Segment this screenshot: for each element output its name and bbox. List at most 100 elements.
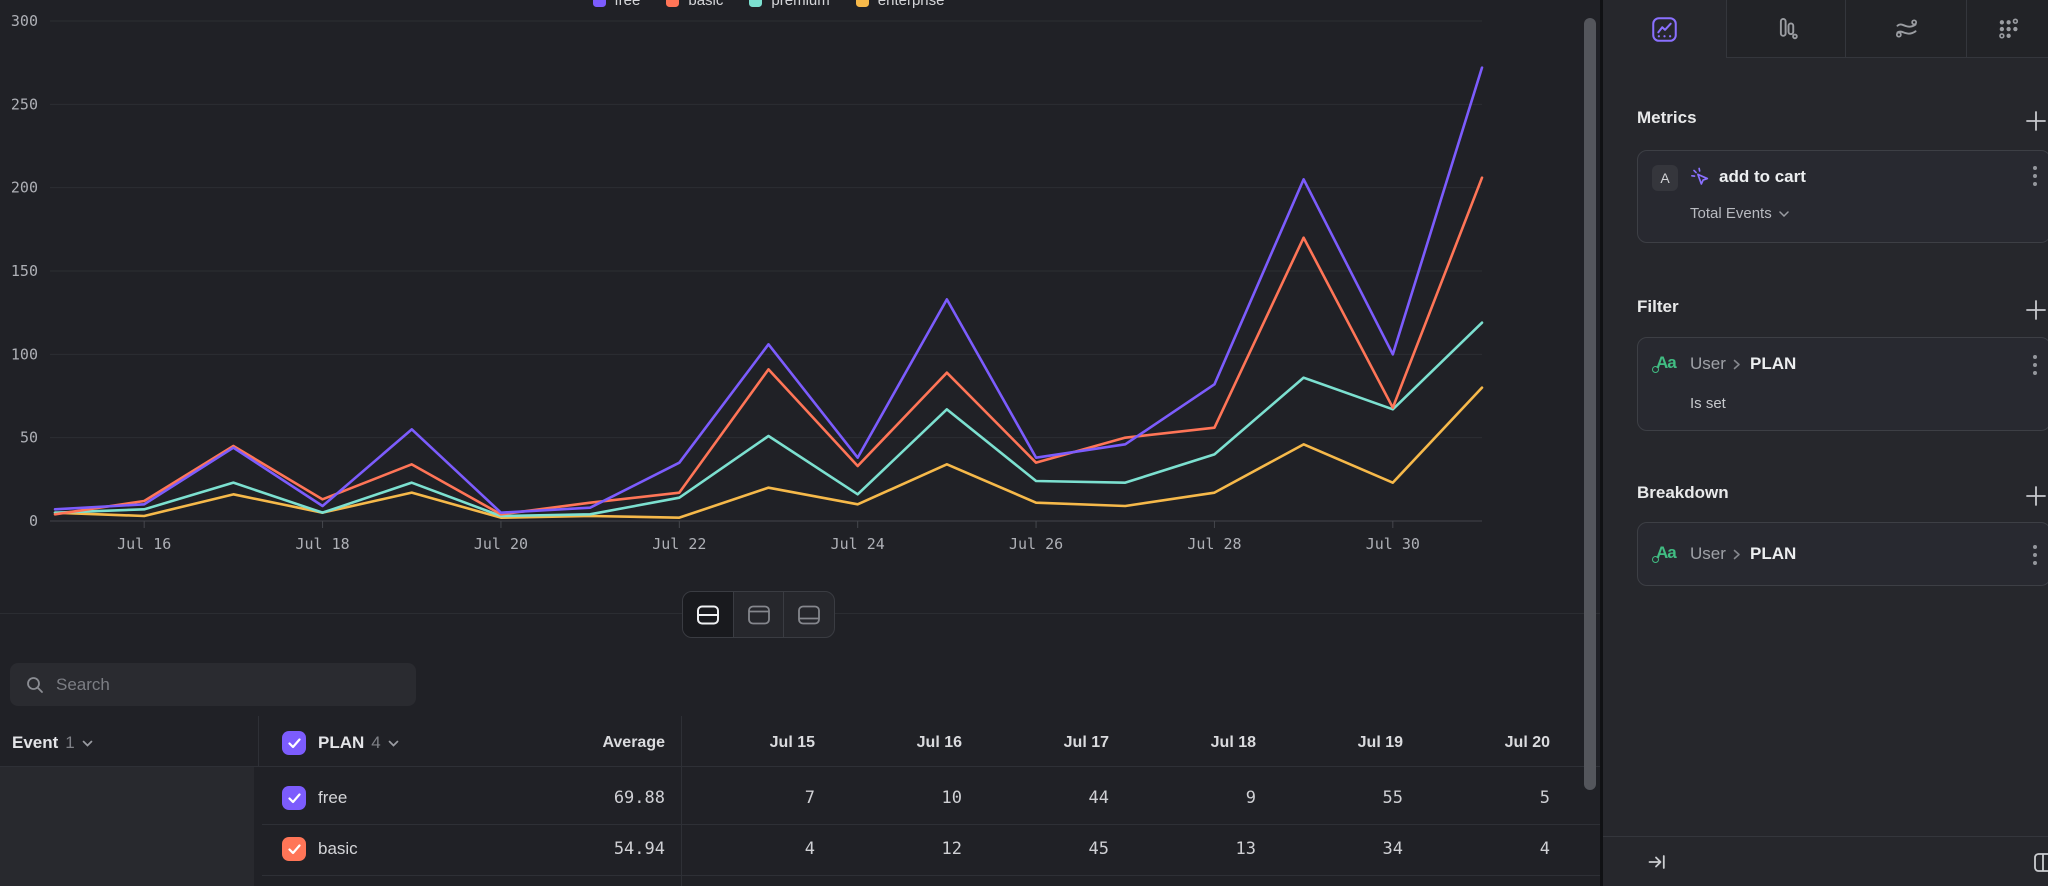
plan-column-header[interactable]: PLAN 4: [318, 720, 399, 766]
bottom-band-icon: [797, 605, 821, 625]
search-placeholder: Search: [56, 675, 110, 695]
table-header-row: Event 1 PLAN 4 Average Jul 15 Jul 16 Jul 1…: [0, 720, 1600, 766]
legend-swatch: [856, 0, 869, 7]
top-band-icon: [747, 605, 771, 625]
x-axis-label: Jul 16: [117, 535, 171, 553]
chart-legend: free basic premium enterprise: [55, 0, 1482, 10]
filter-scope: User: [1690, 354, 1726, 374]
panel-layout-icon[interactable]: [2034, 853, 2048, 873]
main-scrollbar[interactable]: [1584, 18, 1596, 790]
row-checkbox-basic[interactable]: [282, 837, 306, 861]
y-axis-label: 50: [20, 429, 38, 447]
row-label: free: [318, 788, 347, 808]
y-axis-label: 200: [11, 179, 38, 197]
legend-item-free[interactable]: free: [593, 0, 641, 9]
x-axis-label: Jul 28: [1187, 535, 1241, 553]
x-axis-label: Jul 24: [831, 535, 885, 553]
row-average: 69.88: [545, 788, 665, 808]
legend-item-basic[interactable]: basic: [666, 0, 723, 9]
x-axis-label: Jul 20: [474, 535, 528, 553]
row-value: 45: [989, 839, 1109, 859]
layout-split-button[interactable]: [683, 592, 734, 637]
legend-swatch: [666, 0, 679, 7]
row-value: 10: [842, 788, 962, 808]
tab-insights-line[interactable]: [1603, 0, 1727, 58]
legend-swatch: [593, 0, 606, 7]
row-separator: [262, 875, 1600, 876]
dots-grid-icon: [1994, 15, 2021, 42]
series-line-free[interactable]: [55, 68, 1482, 513]
metric-event-name[interactable]: add to cart: [1719, 167, 1806, 187]
date-column-header[interactable]: Jul 16: [842, 720, 962, 766]
y-axis-label: 250: [11, 95, 38, 113]
legend-item-enterprise[interactable]: enterprise: [856, 0, 945, 9]
metric-options-button[interactable]: [2033, 166, 2037, 186]
tab-more-visualizations[interactable]: [1967, 0, 2048, 58]
breakdown-property[interactable]: PLAN: [1750, 544, 1796, 564]
search-input[interactable]: Search: [10, 663, 416, 706]
layout-toggle: [682, 591, 835, 638]
search-icon: [26, 676, 44, 694]
filter-operator[interactable]: Is set: [1690, 395, 1726, 412]
filter-property[interactable]: PLAN: [1750, 354, 1796, 374]
bar-chart-icon: [1773, 15, 1800, 42]
row-value: 13: [1136, 839, 1256, 859]
row-value: 4: [1430, 839, 1550, 859]
chevron-down-icon: [1779, 211, 1789, 217]
tab-bar-chart[interactable]: [1727, 0, 1846, 58]
query-builder-sidebar: Metrics A add to cart Total Events Filte…: [1603, 0, 2048, 886]
x-axis-label: Jul 22: [652, 535, 706, 553]
insights-report-app: 050100150200250300Jul 16Jul 18Jul 20Jul …: [0, 0, 2048, 886]
layout-table-focus-button[interactable]: [784, 592, 834, 637]
add-breakdown-button[interactable]: [2024, 484, 2048, 508]
breakdown-scope: User: [1690, 544, 1726, 564]
y-axis-label: 300: [11, 12, 38, 30]
metric-card[interactable]: A add to cart Total Events: [1637, 150, 2048, 243]
add-filter-button[interactable]: [2024, 298, 2048, 322]
event-column-header[interactable]: Event 1: [12, 720, 93, 766]
y-axis-label: 100: [11, 345, 38, 363]
event-group-cell: add to cart [Total]: [0, 767, 254, 886]
plan-select-all-checkbox[interactable]: [282, 731, 306, 755]
filter-options-button[interactable]: [2033, 355, 2037, 375]
average-column-header[interactable]: Average: [545, 720, 665, 766]
row-label: basic: [318, 839, 358, 859]
add-metric-button[interactable]: [2024, 109, 2048, 133]
layout-chart-focus-button[interactable]: [734, 592, 785, 637]
date-column-header[interactable]: Jul 18: [1136, 720, 1256, 766]
legend-label: enterprise: [878, 0, 945, 9]
date-column-header[interactable]: Jul 15: [695, 720, 815, 766]
metric-aggregation[interactable]: Total Events: [1690, 205, 1789, 222]
date-column-header[interactable]: Jul 19: [1283, 720, 1403, 766]
date-column-header[interactable]: Jul 20: [1430, 720, 1550, 766]
split-view-icon: [696, 605, 720, 625]
row-value: 9: [1136, 788, 1256, 808]
x-axis-label: Jul 26: [1009, 535, 1063, 553]
chevron-right-icon: [1733, 549, 1741, 560]
breakdown-card[interactable]: Aa User PLAN: [1637, 522, 2048, 586]
date-column-header[interactable]: Jul 17: [989, 720, 1109, 766]
visualization-tabs: [1603, 0, 2048, 59]
chevron-down-icon: [82, 740, 93, 747]
plan-count: 4: [371, 733, 380, 753]
breakdown-section-title: Breakdown: [1637, 483, 1729, 503]
row-value: 12: [842, 839, 962, 859]
filter-card[interactable]: Aa User PLAN Is set: [1637, 337, 2048, 431]
row-value: 44: [989, 788, 1109, 808]
row-value: 55: [1283, 788, 1403, 808]
collapse-panel-icon[interactable]: [1647, 852, 1667, 872]
tab-flow[interactable]: [1846, 0, 1967, 58]
breakdown-options-button[interactable]: [2033, 545, 2037, 565]
row-value: 7: [695, 788, 815, 808]
legend-label: free: [615, 0, 641, 9]
flow-icon: [1893, 15, 1920, 42]
average-column-divider: [681, 716, 682, 886]
event-count: 1: [65, 733, 74, 753]
chevron-down-icon: [388, 740, 399, 747]
sidebar-footer: [1603, 836, 2048, 886]
row-checkbox-free[interactable]: [282, 786, 306, 810]
metrics-section-title: Metrics: [1637, 108, 1697, 128]
line-chart[interactable]: 050100150200250300Jul 16Jul 18Jul 20Jul …: [0, 0, 1600, 560]
legend-item-premium[interactable]: premium: [749, 0, 829, 9]
property-type-icon: Aa: [1656, 353, 1676, 373]
